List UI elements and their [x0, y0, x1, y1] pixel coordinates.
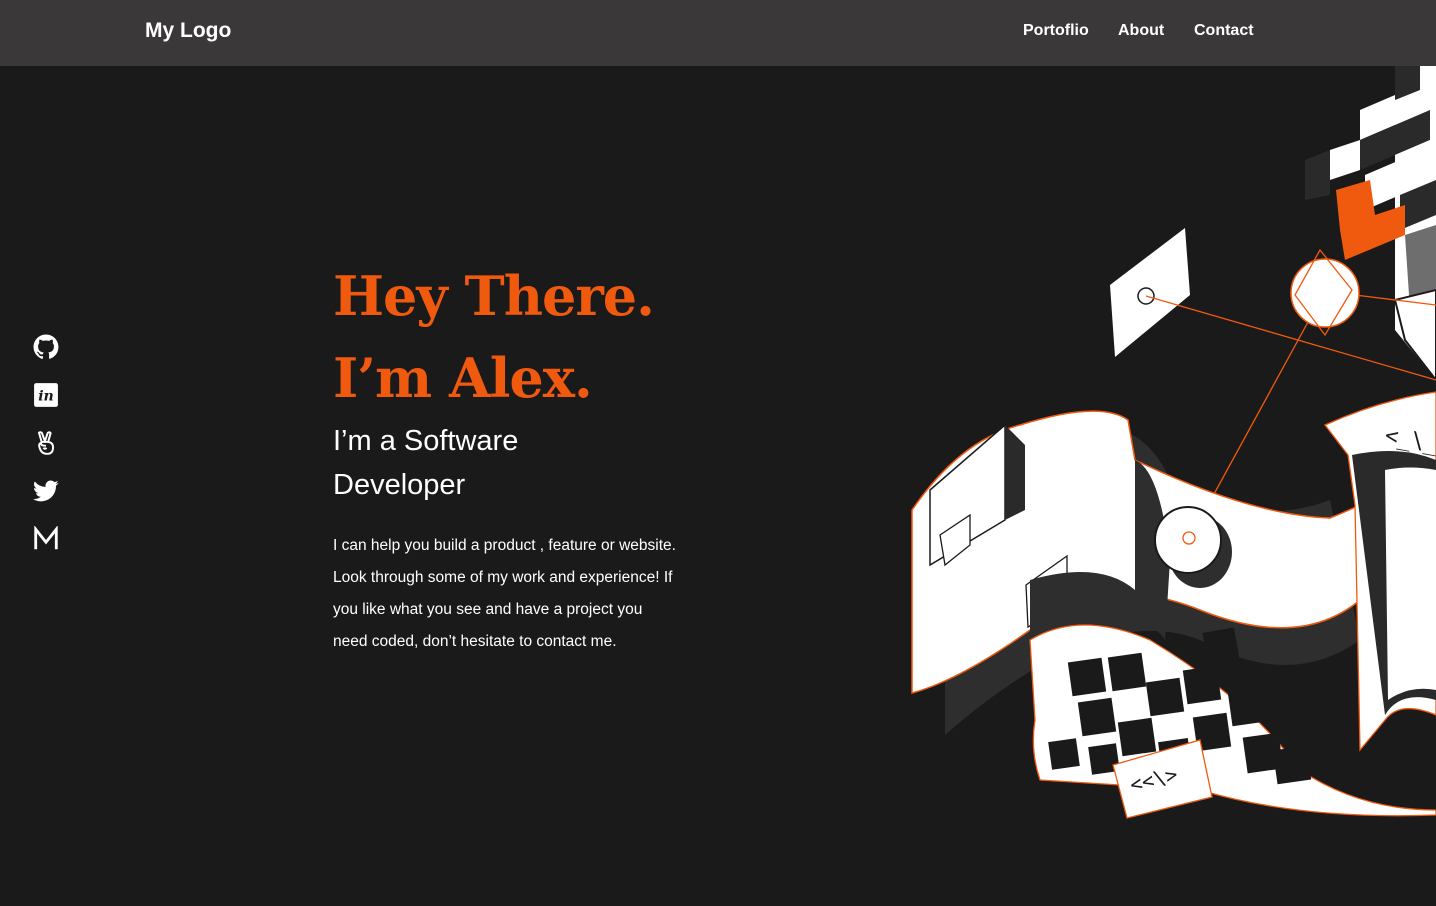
medium-icon [34, 526, 58, 550]
hero-greeting-line2: I’m Alex. [333, 346, 593, 410]
nav-about-link[interactable]: About [1118, 21, 1164, 41]
medium-link[interactable] [33, 526, 59, 552]
angellist-icon [37, 431, 55, 455]
linkedin-link[interactable]: in [33, 382, 59, 408]
github-link[interactable] [33, 334, 59, 360]
site-logo[interactable]: My Logo [145, 17, 231, 45]
svg-text:in: in [38, 388, 54, 404]
hero-intro: I can help you build a product , feature… [333, 537, 676, 650]
twitter-link[interactable] [33, 478, 59, 504]
floating-card-graphic [1110, 228, 1190, 357]
hero-role: I’m a Software Developer [333, 425, 519, 501]
hero-greeting-line1: Hey There. [333, 264, 655, 328]
checkered-tower-graphic [1305, 66, 1436, 382]
hero-illustration: <_\_ <<\> [911, 66, 1436, 819]
linkedin-icon: in [34, 383, 58, 407]
top-navbar: My Logo Portoflio About Contact [0, 0, 1436, 66]
github-icon [33, 334, 59, 359]
nav-portfolio-link[interactable]: Portoflio [1023, 21, 1089, 41]
twitter-icon [33, 480, 59, 502]
angellist-link[interactable] [33, 430, 59, 456]
nav-contact-link[interactable]: Contact [1194, 21, 1254, 41]
